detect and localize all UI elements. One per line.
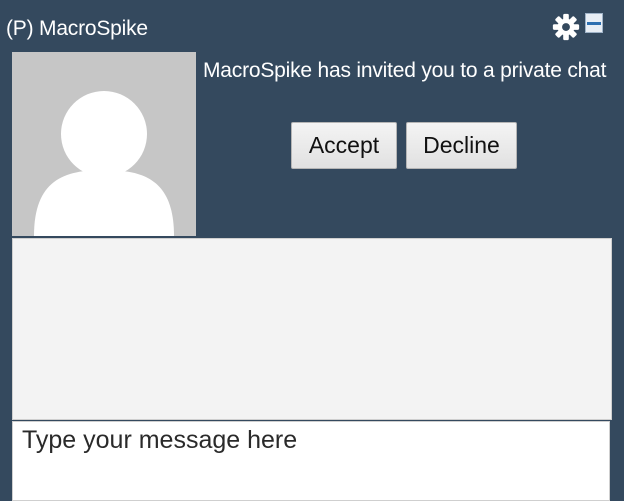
private-chat-window: (P) MacroSpike MacroSpike has invited yo… [0,0,624,501]
minimize-icon[interactable] [585,13,603,33]
accept-button[interactable]: Accept [291,122,397,169]
invitation-message: MacroSpike has invited you to a private … [203,59,607,82]
avatar [12,52,196,236]
message-input[interactable] [12,421,610,501]
message-history [12,238,612,420]
default-user-icon [34,91,174,236]
decline-button[interactable]: Decline [406,122,517,169]
window-title: (P) MacroSpike [6,17,148,40]
gear-icon[interactable] [551,12,581,42]
